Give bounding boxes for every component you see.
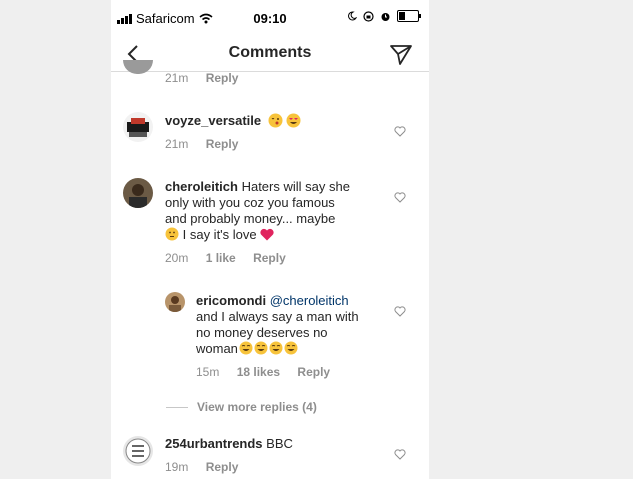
comment-text: woman <box>196 341 238 356</box>
reply-button[interactable]: Reply <box>253 251 286 265</box>
likes-count[interactable]: 1 like <box>206 251 236 265</box>
comment-body: ericomondi @cheroleitich and I always sa… <box>196 293 396 357</box>
reply-button[interactable]: Reply <box>206 460 239 474</box>
comment-text: BBC <box>262 436 293 451</box>
comment-body: voyze_versatile <box>165 113 301 129</box>
view-more-replies-button[interactable]: View more replies (4) <box>197 400 317 414</box>
avatar[interactable] <box>123 178 153 208</box>
heart-eyes-emoji-icon <box>286 113 301 128</box>
moon-icon <box>348 11 357 21</box>
kiss-emoji-icon <box>268 113 283 128</box>
comment-body: 254urbantrends BBC <box>165 436 293 452</box>
reply-button[interactable]: Reply <box>297 365 330 379</box>
battery-icon <box>397 10 421 22</box>
status-right <box>347 10 421 22</box>
avatar[interactable] <box>123 112 153 142</box>
comment-meta: 21m Reply <box>165 71 252 85</box>
comment-meta: 15m 18 likes Reply <box>196 365 344 379</box>
comment-text: no money deserves no <box>196 325 328 340</box>
comment-time: 21m <box>165 71 189 85</box>
paper-plane-icon[interactable] <box>389 42 413 66</box>
alarm-icon <box>381 12 390 21</box>
comment-text: and probably money... maybe <box>165 211 336 226</box>
avatar[interactable] <box>165 292 185 312</box>
comment-time: 20m <box>165 251 189 265</box>
comment-text: I say it's love <box>179 227 261 242</box>
comment-body: cheroleitich Haters will say she only wi… <box>165 179 395 243</box>
comment-meta: 19m Reply <box>165 460 252 474</box>
heart-outline-icon[interactable] <box>394 125 406 137</box>
thinking-emoji-icon <box>165 227 179 241</box>
joy-emoji-icon <box>239 341 253 355</box>
likes-count[interactable]: 18 likes <box>237 365 280 379</box>
comment-text: only with you coz you famous <box>165 195 335 210</box>
comment-time: 19m <box>165 460 189 474</box>
red-heart-emoji-icon <box>260 228 274 241</box>
reply-button[interactable]: Reply <box>206 137 239 151</box>
page-title: Comments <box>228 44 312 61</box>
comment-username[interactable]: voyze_versatile <box>165 113 261 128</box>
comment-time: 21m <box>165 137 189 151</box>
mention-link[interactable]: @cheroleitich <box>270 293 349 308</box>
status-bar: Safaricom 09:10 <box>111 0 429 38</box>
rotation-lock-icon <box>363 10 374 22</box>
comment-meta: 21m Reply <box>165 137 252 151</box>
comment-text: and I always say a man with <box>196 309 359 324</box>
heart-outline-icon[interactable] <box>394 305 406 317</box>
joy-emoji-icon <box>269 341 283 355</box>
comment-username[interactable]: 254urbantrends <box>165 436 263 451</box>
comment-meta: 20m 1 like Reply <box>165 251 300 265</box>
reply-button[interactable]: Reply <box>206 71 239 85</box>
heart-outline-icon[interactable] <box>394 448 406 460</box>
joy-emoji-icon <box>284 341 298 355</box>
heart-outline-icon[interactable] <box>394 191 406 203</box>
comment-username[interactable]: cheroleitich <box>165 179 238 194</box>
view-more-divider <box>166 407 188 408</box>
avatar[interactable] <box>123 436 153 466</box>
comment-text: Haters will say she <box>237 179 350 194</box>
joy-emoji-icon <box>254 341 268 355</box>
nav-bar: Comments <box>111 38 429 72</box>
phone-screen: Safaricom 09:10 Comments 21m Reply voyze… <box>111 0 429 479</box>
comment-time: 15m <box>196 365 220 379</box>
comment-username[interactable]: ericomondi <box>196 293 266 308</box>
